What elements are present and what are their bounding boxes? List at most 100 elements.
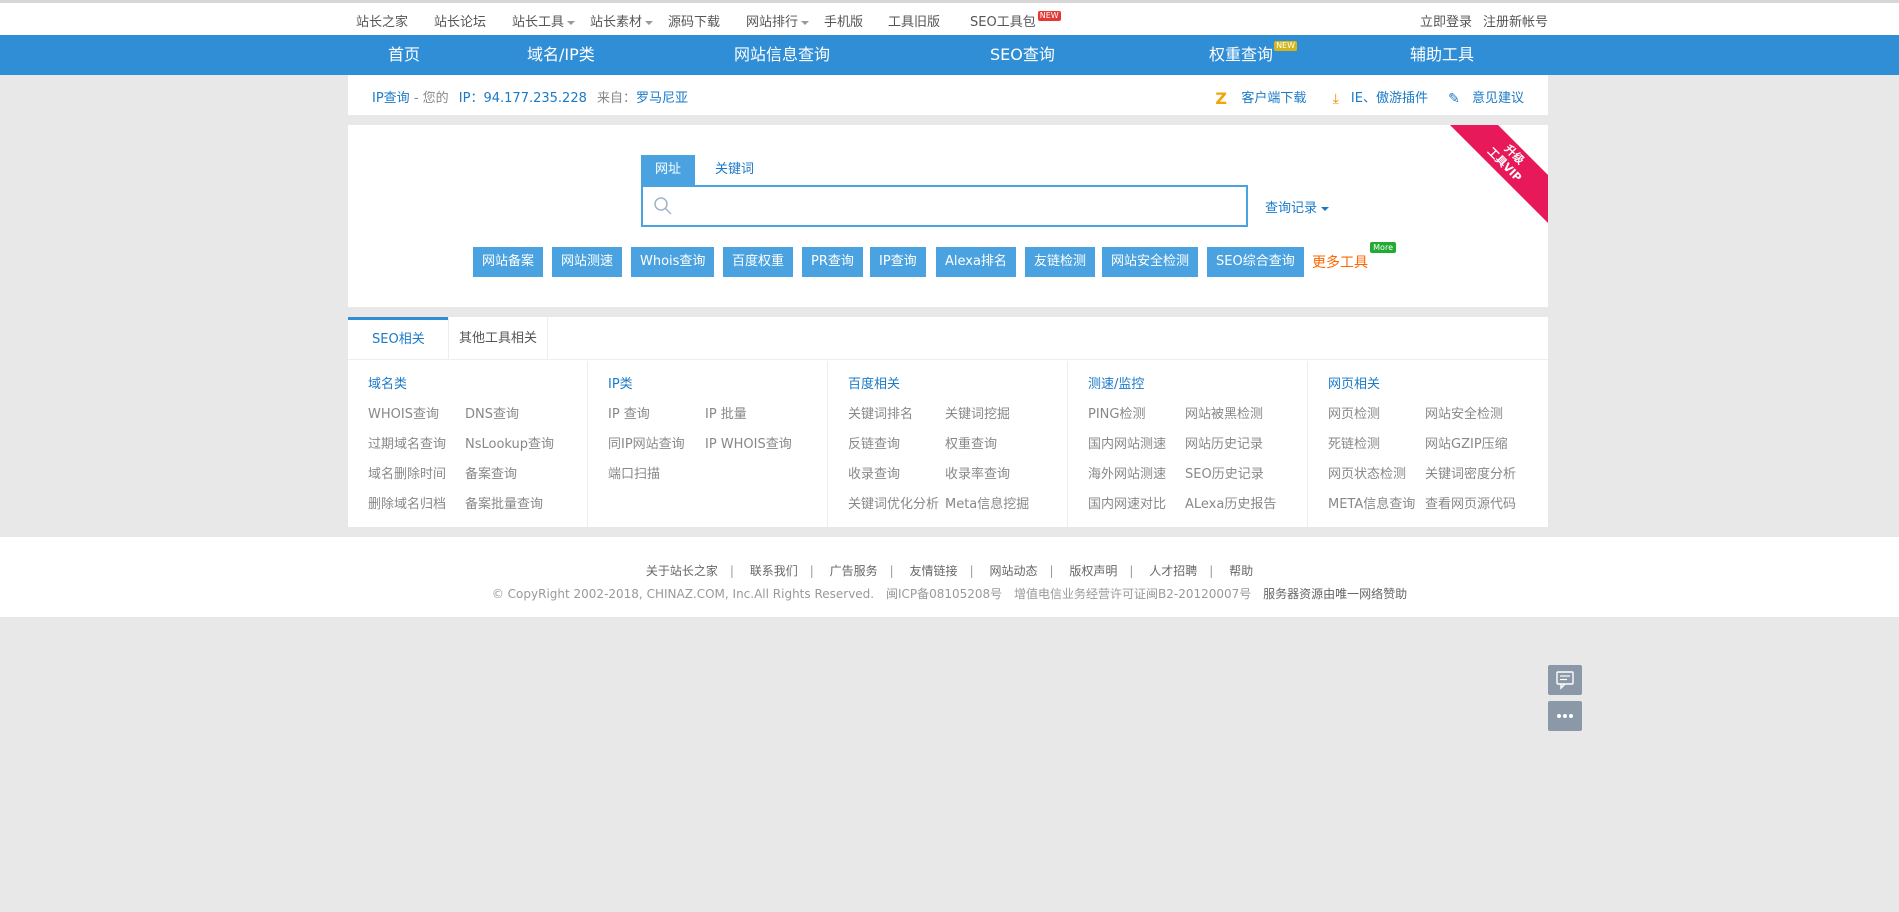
category-link[interactable]: 海外网站测速 bbox=[1088, 463, 1166, 482]
category-link[interactable]: PING检测 bbox=[1088, 403, 1145, 422]
footer-link-help[interactable]: 帮助 bbox=[1229, 564, 1253, 578]
quick-btn-speed[interactable]: 网站测速 bbox=[552, 247, 623, 277]
tab-seo-related[interactable]: SEO相关 bbox=[348, 317, 448, 360]
mainnav-seo[interactable]: SEO查询 bbox=[990, 35, 1055, 75]
category-link[interactable]: 反链查询 bbox=[848, 433, 900, 452]
topnav-oldtools-link[interactable]: 工具旧版 bbox=[888, 11, 940, 30]
category-link[interactable]: 同IP网站查询 bbox=[608, 433, 685, 452]
category-link[interactable]: 网站被黑检测 bbox=[1185, 403, 1263, 422]
search-input[interactable] bbox=[679, 187, 1239, 225]
quick-btn-baidu-weight[interactable]: 百度权重 bbox=[723, 247, 794, 277]
category-link[interactable]: 关键词密度分析 bbox=[1425, 463, 1516, 482]
category-link[interactable]: DNS查询 bbox=[465, 403, 519, 422]
footer: 关于站长之家 | 联系我们 | 广告服务 | 友情链接 | 网站动态 | 版权声明 | 人才… bbox=[0, 537, 1899, 617]
category-link[interactable]: 收录率查询 bbox=[945, 463, 1010, 482]
ip-info-bar: IP查询 - 您的 IP：94.177.235.228 来自：罗马尼亚 Z 客户端… bbox=[348, 75, 1548, 115]
quick-btn-friendlink[interactable]: 友链检测 bbox=[1025, 247, 1096, 277]
category-link[interactable]: 网页状态检测 bbox=[1328, 463, 1406, 482]
chinaz-logo-icon: Z bbox=[1215, 88, 1228, 108]
category-link[interactable]: 端口扫描 bbox=[608, 463, 660, 482]
chat-float-button[interactable] bbox=[1548, 665, 1582, 695]
category-link[interactable]: 关键词优化分析 bbox=[848, 493, 939, 512]
quick-btn-seo-overall[interactable]: SEO综合查询 bbox=[1207, 247, 1304, 277]
ip-value: 94.177.235.228 bbox=[483, 91, 587, 106]
search-icon bbox=[654, 197, 672, 215]
category-link[interactable]: 死链检测 bbox=[1328, 433, 1380, 452]
icp-link[interactable]: 闽ICP备08105208号 bbox=[886, 587, 1002, 601]
license-link[interactable]: 增值电信业务经营许可证闽B2-20120007号 bbox=[1014, 587, 1251, 601]
topnav-forum-link[interactable]: 站长论坛 bbox=[434, 11, 486, 30]
topnav-mobile-link[interactable]: 手机版 bbox=[824, 11, 863, 30]
register-link[interactable]: 注册新帐号 bbox=[1483, 11, 1548, 30]
category-link[interactable]: NsLookup查询 bbox=[465, 433, 554, 452]
topnav-home-link[interactable]: 站长之家 bbox=[356, 11, 408, 30]
category-link[interactable]: ALexa历史报告 bbox=[1185, 493, 1276, 512]
query-history-dropdown[interactable]: 查询记录 bbox=[1265, 197, 1330, 216]
plugin-link[interactable]: ⤓ IE、傲游插件 bbox=[1325, 91, 1428, 107]
footer-link-copyright[interactable]: 版权声明 bbox=[1069, 564, 1117, 578]
from-label: 来自： bbox=[597, 91, 637, 106]
category-link[interactable]: META信息查询 bbox=[1328, 493, 1415, 512]
vip-upgrade-ribbon[interactable]: 升级 工具VIP bbox=[1443, 125, 1548, 226]
category-link[interactable]: IP 批量 bbox=[705, 403, 747, 422]
mainnav-site-info[interactable]: 网站信息查询 bbox=[734, 35, 830, 75]
topnav-tools-link[interactable]: 站长工具 bbox=[512, 11, 576, 30]
footer-link-jobs[interactable]: 人才招聘 bbox=[1149, 564, 1197, 578]
topnav-rank-link[interactable]: 网站排行 bbox=[746, 11, 810, 30]
category-link[interactable]: IP WHOIS查询 bbox=[705, 433, 792, 452]
footer-link-contact[interactable]: 联系我们 bbox=[750, 564, 798, 578]
topnav-tools-label: 站长工具 bbox=[512, 15, 565, 30]
category-link[interactable]: 网站GZIP压缩 bbox=[1425, 433, 1508, 452]
category-link[interactable]: 关键词排名 bbox=[848, 403, 913, 422]
category-link[interactable]: 备案查询 bbox=[465, 463, 517, 482]
more-float-button[interactable] bbox=[1548, 701, 1582, 731]
category-link[interactable]: 网站历史记录 bbox=[1185, 433, 1263, 452]
topnav-material-link[interactable]: 站长素材 bbox=[590, 11, 654, 30]
category-link[interactable]: 收录查询 bbox=[848, 463, 900, 482]
mainnav-aux-tools[interactable]: 辅助工具 bbox=[1410, 35, 1474, 75]
footer-link-friends[interactable]: 友情链接 bbox=[910, 564, 958, 578]
tab-other-tools[interactable]: 其他工具相关 bbox=[448, 317, 549, 360]
tab-url[interactable]: 网址 bbox=[641, 155, 696, 185]
quick-btn-security[interactable]: 网站安全检测 bbox=[1102, 247, 1199, 277]
more-tools-link[interactable]: 更多工具 More bbox=[1312, 242, 1396, 272]
footer-link-about[interactable]: 关于站长之家 bbox=[646, 564, 718, 578]
edit-icon: ✎ bbox=[1448, 90, 1460, 107]
client-download-link[interactable]: Z 客户端下载 bbox=[1207, 88, 1306, 108]
category-link[interactable]: 备案批量查询 bbox=[465, 493, 543, 512]
tab-keyword[interactable]: 关键词 bbox=[701, 155, 768, 185]
sponsor-link[interactable]: 服务器资源由唯一网络赞助 bbox=[1263, 587, 1407, 601]
mainnav-home[interactable]: 首页 bbox=[388, 35, 420, 75]
mainnav-domain-ip[interactable]: 域名/IP类 bbox=[527, 35, 595, 75]
category-link[interactable]: 网页检测 bbox=[1328, 403, 1380, 422]
footer-link-news[interactable]: 网站动态 bbox=[989, 564, 1037, 578]
ip-location-link[interactable]: 罗马尼亚 bbox=[636, 91, 688, 106]
category-link[interactable]: WHOIS查询 bbox=[368, 403, 439, 422]
category-link[interactable]: 关键词挖掘 bbox=[945, 403, 1010, 422]
topnav-source-link[interactable]: 源码下载 bbox=[668, 11, 720, 30]
category-link[interactable]: 查看网页源代码 bbox=[1425, 493, 1516, 512]
category-link[interactable]: 网站安全检测 bbox=[1425, 403, 1503, 422]
quick-btn-alexa[interactable]: Alexa排名 bbox=[936, 247, 1016, 277]
copyright-line: © CopyRight 2002-2018, CHINAZ.COM, Inc.A… bbox=[0, 585, 1899, 602]
category-link[interactable]: Meta信息挖掘 bbox=[945, 493, 1029, 512]
category-link[interactable]: 国内网速对比 bbox=[1088, 493, 1166, 512]
footer-link-ads[interactable]: 广告服务 bbox=[830, 564, 878, 578]
quick-btn-pr[interactable]: PR查询 bbox=[802, 247, 863, 277]
category-link[interactable]: 删除域名归档 bbox=[368, 493, 446, 512]
category-link[interactable]: 权重查询 bbox=[945, 433, 997, 452]
category-link[interactable]: IP 查询 bbox=[608, 403, 650, 422]
ip-query-link[interactable]: IP查询 bbox=[372, 91, 410, 106]
category-link[interactable]: 国内网站测速 bbox=[1088, 433, 1166, 452]
quick-btn-ip[interactable]: IP查询 bbox=[870, 247, 926, 277]
quick-btn-whois[interactable]: Whois查询 bbox=[631, 247, 715, 277]
quick-btn-icp[interactable]: 网站备案 bbox=[473, 247, 544, 277]
topnav-seopack-link[interactable]: SEO工具包 NEW bbox=[970, 11, 1061, 30]
category-link[interactable]: 域名删除时间 bbox=[368, 463, 446, 482]
feedback-link[interactable]: ✎ 意见建议 bbox=[1440, 90, 1524, 107]
mainnav-weight[interactable]: 权重查询 NEW bbox=[1209, 35, 1298, 75]
category-link[interactable]: 过期域名查询 bbox=[368, 433, 446, 452]
category-link[interactable]: SEO历史记录 bbox=[1185, 463, 1264, 482]
login-link[interactable]: 立即登录 bbox=[1420, 11, 1472, 30]
footer-separator: | bbox=[969, 564, 974, 578]
